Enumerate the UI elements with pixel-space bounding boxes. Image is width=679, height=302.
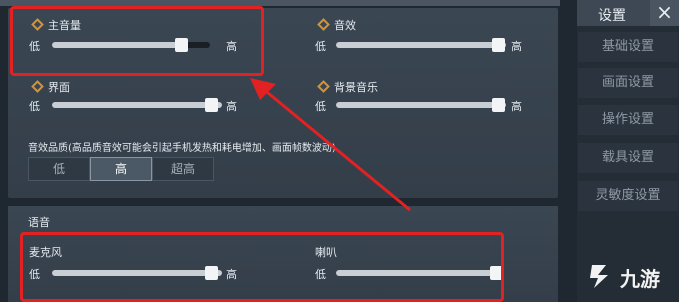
watermark-logo-mark-icon <box>590 265 608 288</box>
ui-sound-thumb[interactable] <box>205 98 218 112</box>
sidebar-item-vehicle[interactable]: 载具设置 <box>578 143 678 173</box>
sidebar-item-controls[interactable]: 操作设置 <box>578 105 678 135</box>
watermark-text: 九游 <box>620 267 660 291</box>
sidebar-item-graphics[interactable]: 画面设置 <box>578 68 678 98</box>
bgm-high: 高 <box>511 100 522 113</box>
quality-option-ultra[interactable]: 超高 <box>152 157 214 181</box>
ui-sound-low: 低 <box>29 100 40 113</box>
sidebar-item-basic[interactable]: 基础设置 <box>578 32 678 62</box>
close-icon[interactable]: × <box>650 0 679 26</box>
quality-option-high[interactable]: 高 <box>90 157 152 181</box>
sidebar-item-sensitivity[interactable]: 灵敏度设置 <box>578 181 678 211</box>
ui-sound-slider[interactable] <box>52 102 222 108</box>
sfx-fill <box>336 42 506 48</box>
highlight-box-master-volume <box>10 6 264 76</box>
ui-sound-label: 界面 <box>48 81 70 94</box>
sfx-label: 音效 <box>334 19 356 32</box>
ui-sound-fill <box>52 102 222 108</box>
watermark-logo: 九游 <box>578 258 678 294</box>
settings-title: 设置 <box>598 8 626 24</box>
highlight-box-voice <box>20 232 504 302</box>
voice-section-title: 语音 <box>28 216 50 229</box>
annotation-arrow <box>250 78 411 212</box>
sfx-high: 高 <box>511 40 522 53</box>
sfx-low: 低 <box>315 40 326 53</box>
bgm-thumb[interactable] <box>492 98 505 112</box>
sfx-thumb[interactable] <box>492 38 505 52</box>
quality-option-low[interactable]: 低 <box>28 157 90 181</box>
ui-sound-high: 高 <box>226 100 237 113</box>
sfx-slider[interactable] <box>336 42 506 48</box>
